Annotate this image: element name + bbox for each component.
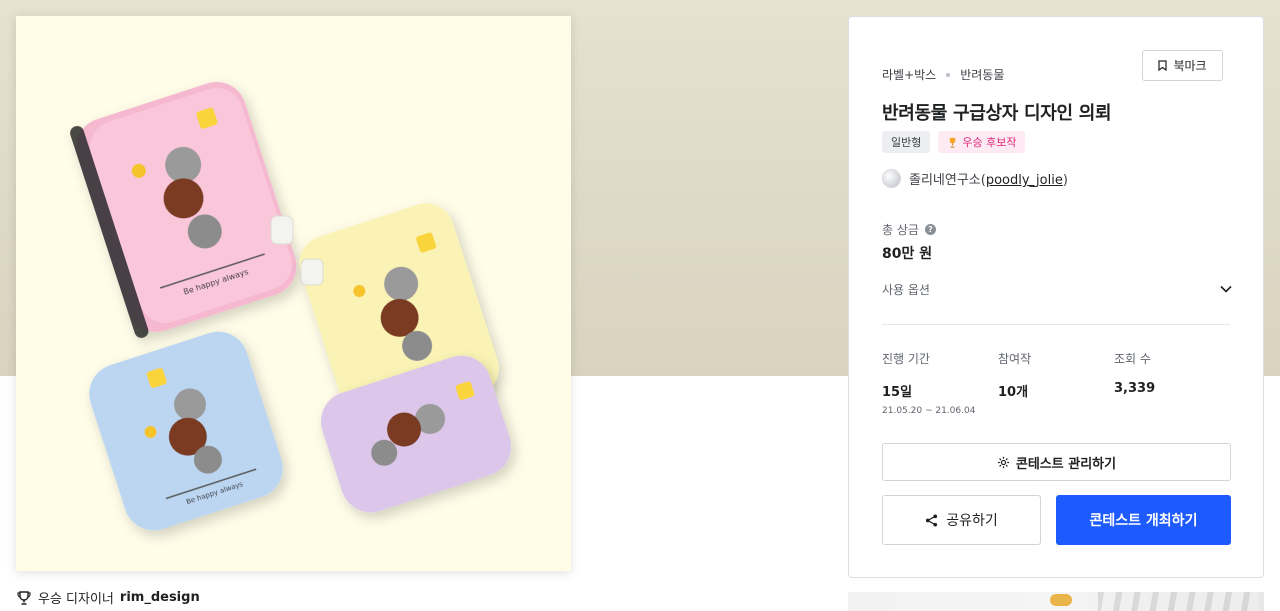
bottle	[270, 215, 294, 245]
bottle	[300, 258, 324, 286]
winner-designer-name[interactable]: rim_design	[120, 590, 200, 605]
stat-views: 조회 수 3,339	[1114, 350, 1230, 416]
share-icon	[926, 513, 938, 527]
avatar	[882, 169, 901, 188]
product-image[interactable]: Be happy always Be happy always Be happy…	[16, 16, 571, 571]
tag-winner-candidate: 우승 후보작	[938, 131, 1026, 153]
chevron-down-icon	[1220, 285, 1232, 293]
gear-icon	[997, 456, 1009, 468]
thumbnail-decoration	[1050, 594, 1072, 606]
breadcrumb-separator	[946, 72, 951, 77]
stat-participants-value: 10개	[998, 385, 1029, 400]
share-label: 공유하기	[946, 513, 998, 529]
manage-contest-label: 콘테스트 관리하기	[1015, 456, 1117, 472]
host-handle-link[interactable]: poodly_jolie	[986, 173, 1063, 188]
stat-period-range: 21.05.20 ~ 21.06.04	[882, 406, 976, 416]
tag-general: 일반형	[882, 131, 931, 153]
stat-period-label: 진행 기간	[882, 352, 930, 366]
usage-option-label: 사용 옵션	[882, 282, 930, 297]
blue-box: Be happy always	[89, 331, 283, 531]
prize-value: 80만 원	[882, 246, 933, 262]
stat-participants: 참여작 10개	[998, 350, 1114, 416]
host-contest-button[interactable]: 콘테스트 개최하기	[1056, 495, 1231, 545]
help-icon[interactable]: ?	[924, 224, 936, 235]
usage-option-toggle[interactable]: 사용 옵션	[882, 279, 1232, 299]
related-thumbnail[interactable]	[848, 592, 1264, 611]
thumbnail-decoration	[1098, 592, 1258, 611]
prize-label-text: 총 상금	[882, 223, 919, 237]
bookmark-label: 북마크	[1173, 59, 1207, 73]
stat-period-value: 15일	[882, 385, 913, 400]
winner-caption-prefix: 우승 디자이너	[38, 592, 114, 607]
contest-stats: 진행 기간 15일 21.05.20 ~ 21.06.04 참여작 10개 조회…	[882, 350, 1232, 416]
breadcrumb: 라벨+박스 반려동물	[882, 66, 1004, 83]
contest-title: 반려동물 구급상자 디자인 의뢰	[882, 103, 1112, 124]
breadcrumb-subcategory[interactable]: 반려동물	[960, 66, 1004, 83]
winner-designer-caption: 우승 디자이너 rim_design	[16, 588, 200, 607]
stat-period: 진행 기간 15일 21.05.20 ~ 21.06.04	[882, 350, 998, 416]
divider	[882, 324, 1230, 325]
bookmark-button[interactable]: 북마크	[1142, 50, 1223, 81]
trophy-icon	[950, 137, 956, 148]
share-button[interactable]: 공유하기	[882, 495, 1041, 545]
stat-participants-label: 참여작	[998, 352, 1032, 366]
first-aid-box-illustration: Be happy always Be happy always Be happy…	[70, 81, 512, 531]
stat-views-value: 3,339	[1114, 381, 1156, 396]
trophy-icon	[17, 590, 31, 605]
prize-label: 총 상금 ?	[882, 221, 936, 238]
host-info: 졸리네연구소(poodly_jolie)	[882, 169, 1068, 188]
host-name: 졸리네연구소	[909, 173, 981, 188]
pink-box: Be happy always	[70, 81, 297, 338]
tag-list: 일반형 우승 후보작	[882, 131, 1026, 153]
stat-views-label: 조회 수	[1114, 352, 1151, 366]
breadcrumb-category[interactable]: 라벨+박스	[882, 66, 936, 83]
manage-contest-button[interactable]: 콘테스트 관리하기	[882, 443, 1231, 481]
tag-winner-label: 우승 후보작	[962, 136, 1017, 149]
contest-info-card: 라벨+박스 반려동물 북마크 반려동물 구급상자 디자인 의뢰 일반형 우승 후…	[848, 16, 1264, 578]
bookmark-icon	[1158, 60, 1168, 71]
